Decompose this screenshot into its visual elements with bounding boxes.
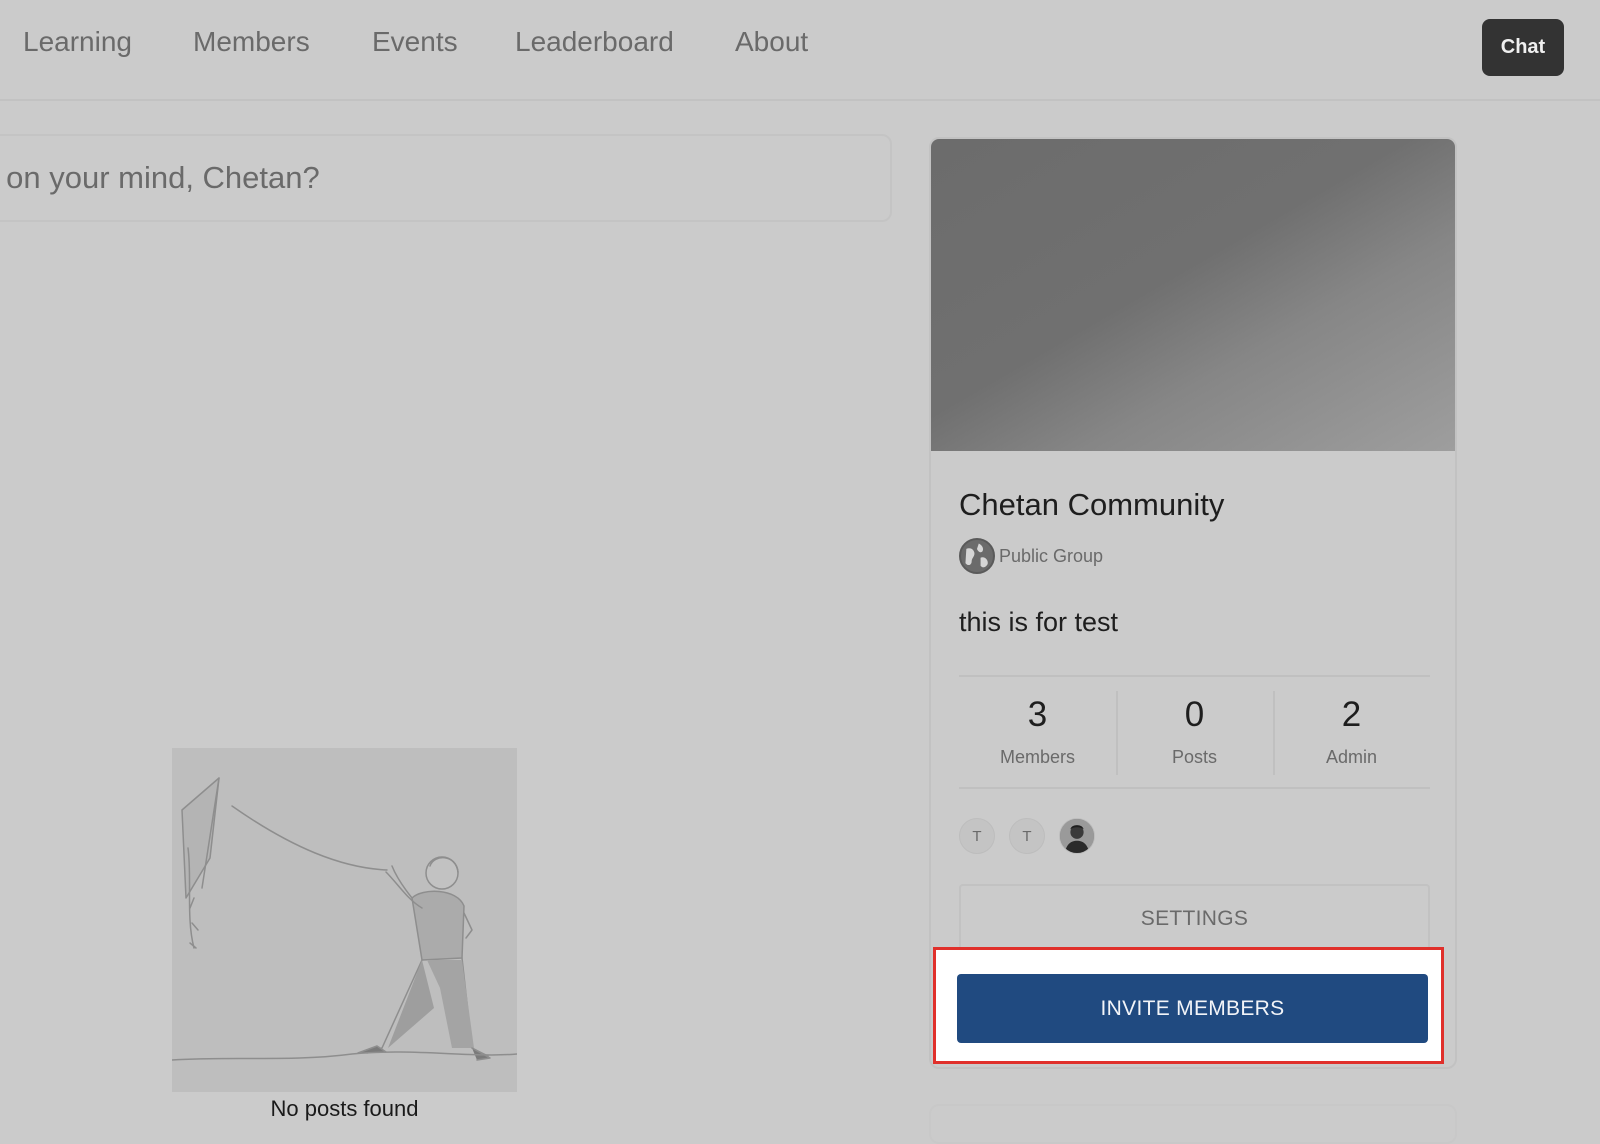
stat-value: 3 <box>1027 695 1048 734</box>
nav-item-leaderboard[interactable]: Leaderboard <box>515 26 674 58</box>
nav-item-learning[interactable]: Learning <box>23 26 132 58</box>
top-navigation: Learning Members Events Leaderboard Abou… <box>0 0 1600 101</box>
community-cover-image <box>931 139 1455 451</box>
stat-value: 2 <box>1341 695 1362 734</box>
group-type-label: Public Group <box>999 545 1104 566</box>
nav-item-events[interactable]: Events <box>372 26 458 58</box>
settings-button[interactable]: SETTINGS <box>959 884 1430 952</box>
stat-label: Members <box>999 747 1075 767</box>
group-type: Public Group <box>959 538 1103 574</box>
community-card: Chetan Community Public Group this is fo… <box>929 137 1457 1069</box>
person-photo-icon <box>1060 819 1094 853</box>
member-avatars: T T <box>959 818 1095 854</box>
stat-admin[interactable]: 2 Admin <box>1273 677 1430 787</box>
community-description: this is for test <box>959 607 1119 637</box>
stat-label: Admin <box>1325 747 1378 767</box>
empty-feed-illustration <box>172 748 517 1092</box>
post-composer[interactable]: s on your mind, Chetan? <box>0 134 892 222</box>
stat-value: 0 <box>1184 695 1205 734</box>
kite-flyer-illustration <box>172 777 517 1061</box>
avatar[interactable] <box>1059 818 1095 854</box>
avatar[interactable]: T <box>1009 818 1045 854</box>
nav-item-about[interactable]: About <box>735 26 808 58</box>
nav-item-members[interactable]: Members <box>193 26 310 58</box>
chat-button[interactable]: Chat <box>1482 19 1564 76</box>
empty-feed-caption: No posts found <box>270 1096 419 1121</box>
avatar[interactable]: T <box>959 818 995 854</box>
globe-icon <box>959 538 995 574</box>
secondary-card <box>929 1104 1457 1144</box>
post-composer-placeholder: s on your mind, Chetan? <box>0 160 320 195</box>
community-stats: 3 Members 0 Posts 2 Admin <box>959 675 1430 789</box>
community-name: Chetan Community <box>959 487 1225 522</box>
stat-posts[interactable]: 0 Posts <box>1116 677 1273 787</box>
stat-label: Posts <box>1171 747 1218 767</box>
stat-members[interactable]: 3 Members <box>959 677 1116 787</box>
invite-members-button[interactable]: INVITE MEMBERS <box>957 974 1428 1043</box>
